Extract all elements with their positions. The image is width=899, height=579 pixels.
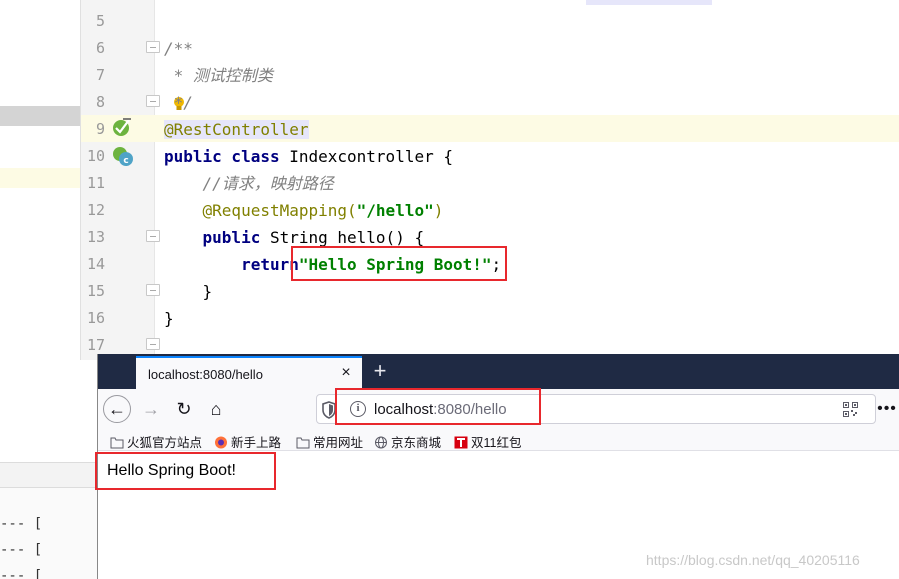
gutter-divider: [154, 0, 155, 360]
line-number: 13: [86, 228, 105, 246]
fold-marker-icon[interactable]: [146, 95, 160, 107]
line-number: 10: [86, 147, 105, 165]
svg-text:c: c: [123, 156, 128, 166]
console-tab-bar[interactable]: [0, 462, 100, 488]
bookmark-label: 常用网址: [313, 436, 364, 450]
code-line-15[interactable]: }: [164, 278, 213, 305]
bookmark-item[interactable]: 火狐官方站点: [110, 432, 203, 450]
keyword: return: [164, 255, 299, 274]
line-number: 8: [95, 93, 105, 111]
class-name: Indexcontroller {: [279, 147, 453, 166]
forward-button[interactable]: →: [137, 395, 165, 423]
close-tab-icon[interactable]: ×: [336, 363, 356, 383]
code-line-11[interactable]: //请求，映射路径: [164, 170, 334, 197]
reload-button[interactable]: ↻: [170, 395, 198, 423]
browser-tab[interactable]: localhost:8080/hello ×: [136, 356, 362, 389]
code-line-9[interactable]: @RestController: [164, 116, 309, 143]
spring-bean-icon[interactable]: [112, 117, 132, 137]
project-panel-highlight-row[interactable]: [0, 168, 80, 188]
bookmark-item[interactable]: 常用网址: [296, 432, 364, 450]
fold-marker-icon[interactable]: [146, 338, 160, 350]
console-line: --- [: [0, 568, 43, 579]
new-tab-button[interactable]: +: [368, 358, 392, 384]
line-number: 9: [95, 120, 105, 138]
keyword: public class: [164, 147, 280, 166]
method-signature: String hello() {: [260, 228, 425, 247]
bookmark-label: 新手上路: [231, 436, 282, 450]
folder-icon: [296, 437, 310, 449]
bookmark-item[interactable]: 京东商城: [374, 432, 442, 450]
back-button[interactable]: ←: [103, 395, 131, 423]
paren: ): [433, 201, 444, 220]
fold-marker-icon[interactable]: [146, 284, 160, 296]
request-mapping-annotation: @RequestMapping(: [164, 201, 357, 220]
bookmarks-toolbar: 火狐官方站点 新手上路 常用网址 京东商城 双11红包: [98, 429, 899, 451]
fold-marker-icon[interactable]: [146, 230, 160, 242]
more-actions-icon[interactable]: •••: [876, 395, 898, 423]
line-number: 15: [86, 282, 105, 300]
folder-icon: [110, 437, 124, 449]
line-number: 7: [95, 66, 105, 84]
code-line-6[interactable]: /**: [164, 35, 193, 62]
tab-title: localhost:8080/hello: [148, 367, 263, 382]
line-number: 6: [95, 39, 105, 57]
code-line-12[interactable]: @RequestMapping("/hello"): [164, 197, 444, 224]
tmall-icon: [454, 436, 468, 449]
code-line-10[interactable]: public class Indexcontroller {: [164, 143, 453, 170]
console-line: --- [: [0, 542, 43, 558]
class-icon[interactable]: c: [112, 145, 134, 167]
fold-marker-icon[interactable]: [146, 41, 160, 53]
line-number: 16: [86, 309, 105, 327]
rest-controller-annotation: @RestController: [164, 120, 309, 139]
line-number: 5: [95, 12, 105, 30]
line-number: 14: [86, 255, 105, 273]
bookmark-item[interactable]: 双11红包: [454, 432, 522, 450]
home-button[interactable]: ⌂: [202, 395, 230, 423]
highlight-box-return: [291, 246, 507, 281]
line-number: 12: [86, 201, 105, 219]
search-highlight: [586, 0, 712, 5]
console-line: --- [: [0, 516, 43, 532]
bookmark-label: 火狐官方站点: [127, 436, 203, 450]
highlight-box-url: [335, 388, 541, 425]
line-number: 11: [86, 174, 105, 192]
line-number: 17: [86, 336, 105, 354]
bookmark-label: 京东商城: [391, 436, 442, 450]
bookmark-item[interactable]: 新手上路: [214, 432, 282, 450]
firefox-icon: [215, 436, 227, 449]
string-literal: "/hello": [356, 201, 434, 220]
code-line-8[interactable]: */: [164, 89, 193, 116]
code-line-7[interactable]: * 测试控制类: [164, 62, 273, 89]
project-panel-selected-row[interactable]: [0, 106, 80, 126]
qr-code-icon[interactable]: [843, 402, 858, 417]
highlight-box-response: [95, 452, 276, 490]
watermark: https://blog.csdn.net/qq_40205116: [646, 552, 860, 568]
tab-strip: localhost:8080/hello × +: [98, 354, 899, 389]
code-line-16[interactable]: }: [164, 305, 174, 332]
globe-icon: [375, 436, 387, 449]
keyword: public: [164, 228, 261, 247]
bookmark-label: 双11红包: [471, 436, 522, 450]
